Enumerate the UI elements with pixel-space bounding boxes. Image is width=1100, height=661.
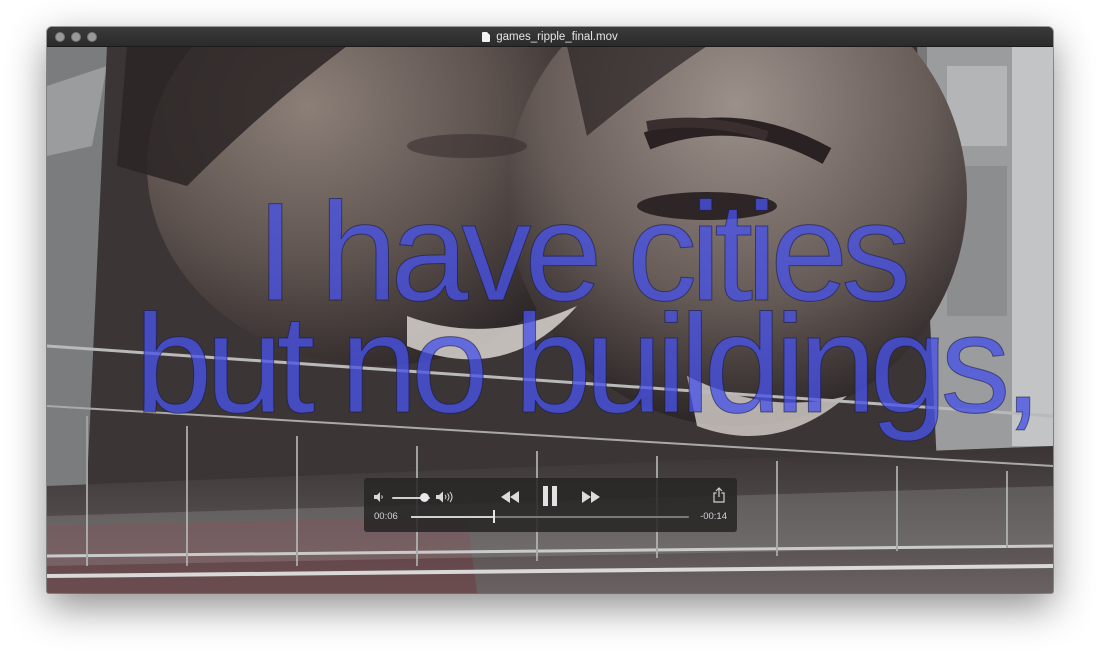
player-window: games_ripple_final.mov I have cities but… bbox=[47, 27, 1053, 593]
title-bar: games_ripple_final.mov bbox=[47, 27, 1053, 47]
lyrics-overlay: I have cities but no buildings, bbox=[47, 181, 1053, 442]
rewind-icon[interactable] bbox=[499, 490, 521, 504]
scrubber-track[interactable] bbox=[411, 516, 689, 518]
pause-icon[interactable] bbox=[540, 486, 560, 506]
scrubber-played bbox=[411, 516, 495, 518]
remaining-time: -00:14 bbox=[700, 511, 727, 522]
window-title: games_ripple_final.mov bbox=[496, 30, 618, 43]
share-icon[interactable] bbox=[713, 487, 725, 503]
lyric-line-2: but no buildings, bbox=[134, 285, 1043, 442]
playhead[interactable] bbox=[493, 510, 496, 523]
document-icon bbox=[482, 31, 491, 42]
speaker-high-icon[interactable] bbox=[435, 490, 457, 504]
window-title-group: games_ripple_final.mov bbox=[47, 27, 1053, 46]
elapsed-time: 00:06 bbox=[374, 511, 398, 522]
video-frame[interactable]: I have cities but no buildings, 00:06 -0… bbox=[47, 46, 1053, 593]
fast-forward-icon[interactable] bbox=[580, 490, 602, 504]
speaker-low-icon[interactable] bbox=[373, 491, 385, 503]
playback-controls: 00:06 -00:14 bbox=[364, 478, 737, 532]
volume-knob[interactable] bbox=[420, 493, 430, 502]
